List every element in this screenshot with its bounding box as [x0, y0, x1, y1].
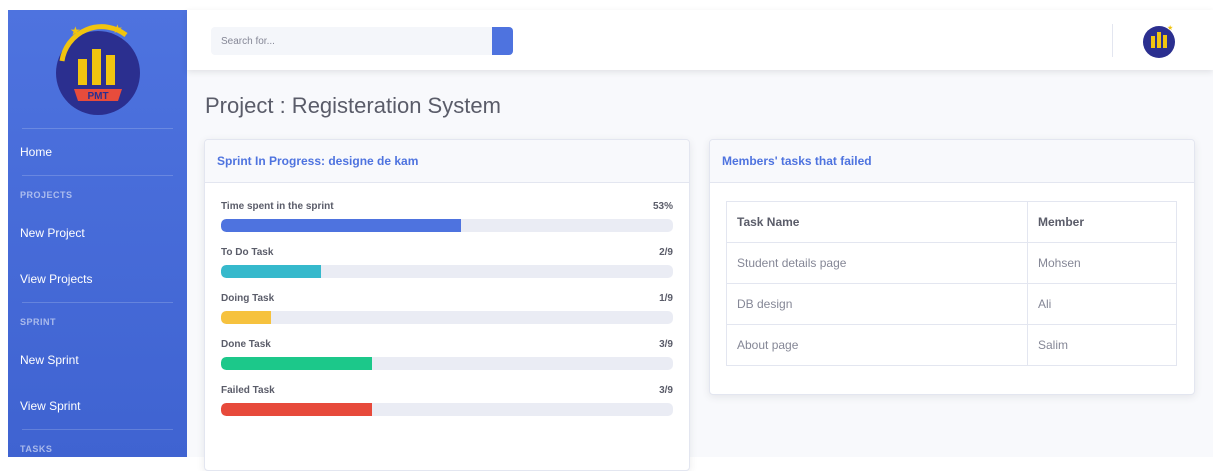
progress-fill: [221, 219, 461, 232]
task-name-cell: Student details page: [726, 242, 1028, 284]
sidebar-item-label: View Sprint: [20, 399, 81, 413]
progress-bar: [221, 311, 673, 324]
sidebar-item-label: View Projects: [20, 272, 93, 286]
progress-item: Failed Task 3/9: [221, 385, 673, 416]
progress-value: 3/9: [659, 339, 673, 350]
progress-header: Time spent in the sprint 53%: [221, 201, 673, 212]
sidebar-item-new-project[interactable]: New Project: [8, 210, 187, 256]
table-row: About page Salim: [726, 324, 1177, 366]
sidebar: PMT ★ ★ Home PROJECTS New Project View P…: [8, 10, 187, 457]
main-content: ★ Project : Registeration System Sprint …: [187, 10, 1213, 471]
failed-tasks-body: Student details page Mohsen DB design Ali Ab…: [726, 242, 1177, 366]
failed-tasks-card: Members' tasks that failed Task Name Mem…: [709, 139, 1195, 395]
progress-bar: [221, 265, 673, 278]
progress-value: 2/9: [659, 247, 673, 258]
progress-item: Done Task 3/9: [221, 339, 673, 370]
progress-fill: [221, 311, 272, 324]
logo-text: PMT: [87, 91, 108, 102]
progress-header: Doing Task 1/9: [221, 293, 673, 304]
page-title: Project : Registeration System: [205, 93, 501, 118]
progress-label: Failed Task: [221, 385, 275, 396]
progress-bar: [221, 219, 673, 232]
progress-label: Done Task: [221, 339, 271, 350]
progress-label: To Do Task: [221, 247, 274, 258]
topbar-divider: [1112, 24, 1113, 57]
progress-value: 1/9: [659, 293, 673, 304]
progress-fill: [221, 403, 372, 416]
progress-label: Time spent in the sprint: [221, 201, 334, 212]
progress-item: To Do Task 2/9: [221, 247, 673, 278]
column-header: Member: [1027, 201, 1177, 243]
svg-text:★: ★: [112, 22, 123, 36]
pmt-logo: PMT ★ ★: [55, 22, 140, 115]
topbar: ★: [187, 10, 1213, 70]
table-row: DB design Ali: [726, 283, 1177, 325]
task-name-cell: About page: [726, 324, 1028, 366]
progress-item: Doing Task 1/9: [221, 293, 673, 324]
progress-header: Done Task 3/9: [221, 339, 673, 350]
table-header-row: Task Name Member: [726, 201, 1177, 243]
failed-card-title: Members' tasks that failed: [710, 140, 1194, 183]
column-header: Task Name: [726, 201, 1028, 243]
sprint-card-title: Sprint In Progress: designe de kam: [205, 140, 689, 183]
progress-header: To Do Task 2/9: [221, 247, 673, 258]
sidebar-item-label: Home: [20, 145, 53, 159]
failed-tasks-table: Task Name Member Student details page Moh…: [726, 201, 1177, 366]
sidebar-item-view-projects[interactable]: View Projects: [8, 256, 187, 302]
member-cell: Salim: [1027, 324, 1177, 366]
progress-value: 53%: [652, 201, 673, 212]
sidebar-item-label: New Project: [20, 226, 85, 240]
progress-fill: [221, 357, 372, 370]
search-button[interactable]: [492, 27, 513, 55]
sidebar-item-label: New Sprint: [20, 353, 79, 367]
task-name-cell: DB design: [726, 283, 1028, 325]
progress-value: 3/9: [659, 385, 673, 396]
progress-list: Time spent in the sprint 53% To Do Task 2/9…: [205, 183, 689, 416]
progress-fill: [221, 265, 322, 278]
progress-item: Time spent in the sprint 53%: [221, 201, 673, 232]
sprint-progress-card: Sprint In Progress: designe de kam Time …: [204, 139, 690, 471]
sidebar-item-new-sprint[interactable]: New Sprint: [8, 337, 187, 383]
svg-text:★: ★: [70, 24, 81, 38]
progress-bar: [221, 357, 673, 370]
svg-text:★: ★: [1167, 24, 1173, 32]
member-cell: Ali: [1027, 283, 1177, 325]
table-row: Student details page Mohsen: [726, 242, 1177, 284]
sidebar-heading-tasks: TASKS: [20, 444, 53, 454]
search-input[interactable]: [211, 27, 492, 55]
progress-label: Doing Task: [221, 293, 275, 304]
pmt-logo-small: ★: [1143, 24, 1175, 58]
sidebar-heading-sprint: SPRINT: [20, 317, 57, 327]
sidebar-brand[interactable]: PMT ★ ★: [8, 10, 187, 128]
progress-header: Failed Task 3/9: [221, 385, 673, 396]
sidebar-heading-projects: PROJECTS: [20, 190, 73, 200]
sidebar-item-view-sprint[interactable]: View Sprint: [8, 383, 187, 429]
user-avatar[interactable]: ★: [1137, 22, 1181, 60]
progress-bar: [221, 403, 673, 416]
search-form: [211, 27, 513, 55]
member-cell: Mohsen: [1027, 242, 1177, 284]
sidebar-item-home[interactable]: Home: [8, 129, 187, 175]
